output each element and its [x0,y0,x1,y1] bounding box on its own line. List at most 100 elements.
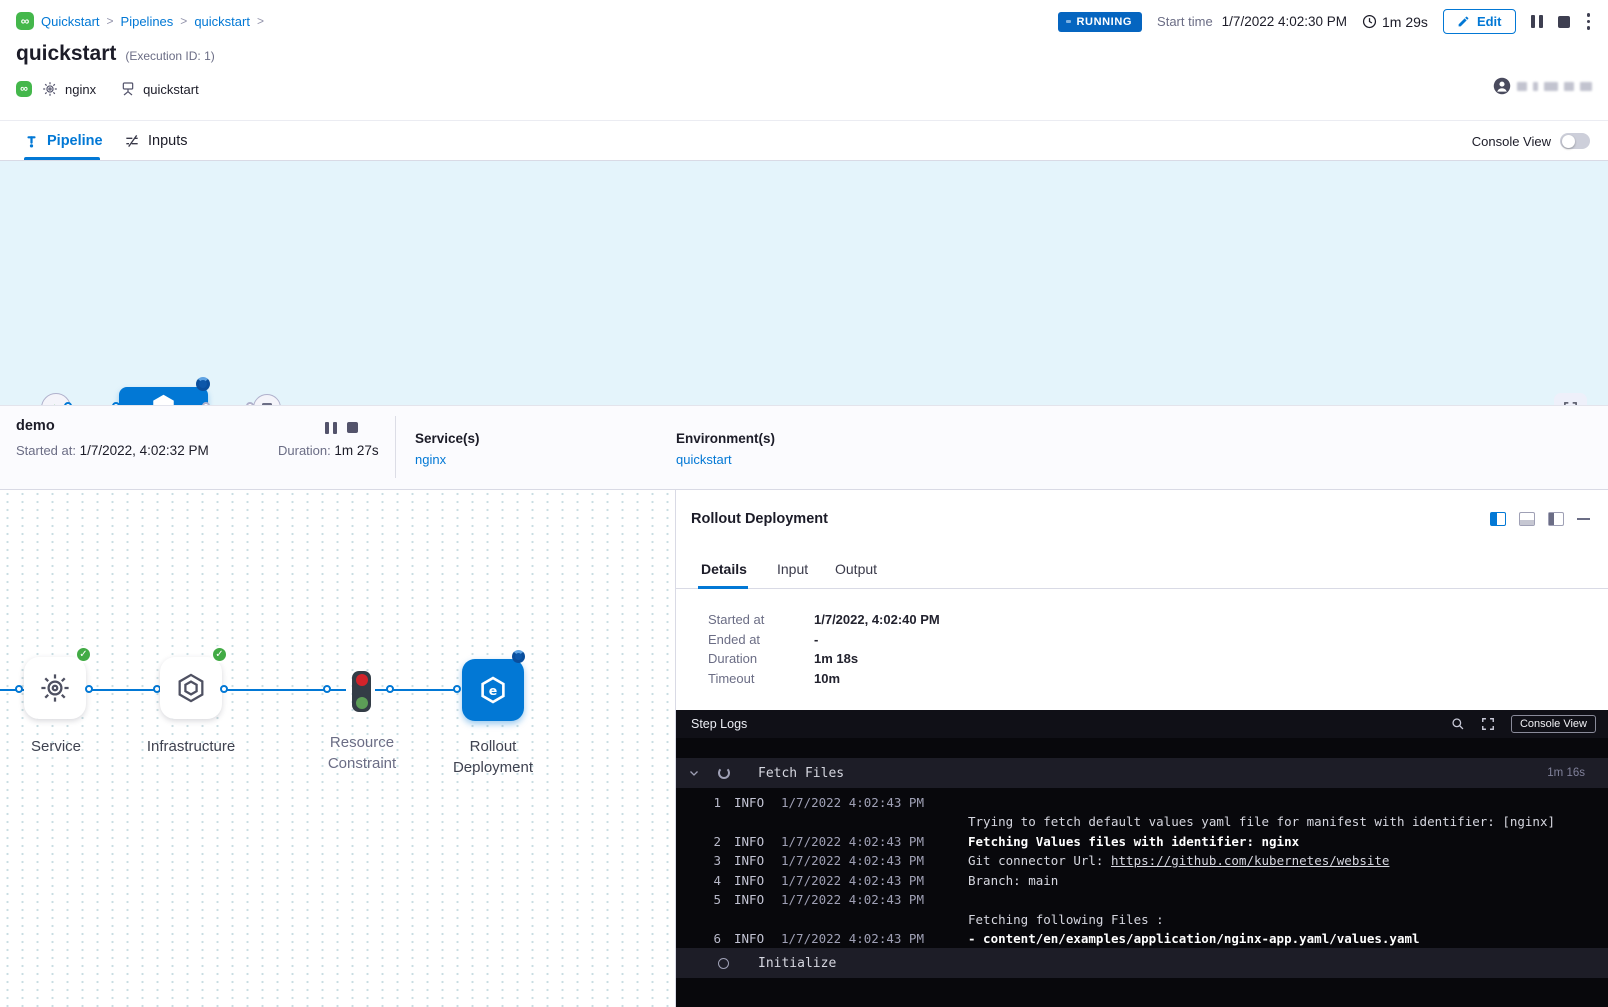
status-dot-icon [1066,20,1071,23]
view-tab-bar: Pipeline Inputs Console View [0,120,1608,161]
log-line: 1INFO1/7/2022 4:02:43 PM [676,793,1608,813]
breadcrumb-project[interactable]: Quickstart [41,14,100,29]
minimize-panel-button[interactable] [1577,518,1590,521]
layout-left-split-button[interactable] [1548,512,1564,526]
expand-logs-icon[interactable] [1481,717,1495,731]
tag-row: ∞ nginx quickstart [16,81,213,97]
service-link[interactable]: nginx [415,452,480,467]
environment-link[interactable]: quickstart [676,452,775,467]
redacted-user-info [1580,82,1592,91]
log-line: 3INFO1/7/2022 4:02:43 PM Git connector U… [676,851,1608,871]
tab-inputs[interactable]: Inputs [124,121,188,161]
connector-dot [323,685,331,693]
step-panel-title: Rollout Deployment [691,511,828,527]
redacted-user-info [1517,82,1527,91]
breadcrumb: ∞ Quickstart > Pipelines > quickstart > [16,12,264,30]
traffic-light-red-icon [356,674,368,686]
breadcrumb-separator: > [257,14,264,28]
status-badge: RUNNING [1058,12,1143,32]
edit-button[interactable]: Edit [1443,9,1516,34]
rollout-icon: e [478,675,508,705]
tab-pipeline[interactable]: Pipeline [24,121,103,161]
step-node-rollout-deployment[interactable]: e [462,659,524,721]
connector-dot [453,685,461,693]
console-view-label: Console View [1472,134,1551,149]
environment-icon [120,81,136,97]
detail-row: Started at1/7/2022, 4:02:40 PM [708,612,940,627]
step-details-panel: Rollout Deployment Details Input Output … [676,490,1608,710]
stage-running-spinner-icon [196,377,210,391]
detail-row: Duration1m 18s [708,651,858,666]
log-section-name: Fetch Files [758,766,844,781]
gear-icon [39,672,71,704]
environments-block: Environment(s) quickstart [676,431,775,467]
step-label-resource-constraint: Resource Constraint [300,732,424,774]
git-connector-link[interactable]: https://github.com/kubernetes/website [1111,853,1389,868]
step-node-resource-constraint[interactable] [352,671,371,712]
user-info [1493,77,1592,95]
project-logo-icon: ∞ [16,12,34,30]
redacted-user-info [1544,82,1558,91]
success-check-icon: ✓ [211,646,228,663]
abort-execution-button[interactable] [1558,16,1570,28]
active-tab-underline [698,586,748,589]
elapsed-time: 1m 29s [1362,14,1428,30]
success-check-icon: ✓ [75,646,92,663]
detail-row: Timeout10m [708,671,840,686]
log-section-fetch-files[interactable]: Fetch Files 1m 16s [676,758,1608,788]
console-view-button[interactable]: Console View [1511,715,1596,733]
execution-id: (Execution ID: 1) [125,49,214,63]
log-section-initialize[interactable]: Initialize [676,948,1608,978]
log-line-continuation: Fetching following Files : [676,910,1608,930]
header-actions: RUNNING Start time 1/7/2022 4:02:30 PM 1… [1058,9,1593,34]
pending-circle-icon [718,958,729,969]
pause-execution-button[interactable] [1531,15,1543,28]
step-running-spinner-icon [512,650,525,663]
execution-graph-canvas[interactable]: ✓ ✓ e Service Infrastruc [0,490,676,1007]
more-options-button[interactable] [1585,11,1593,32]
step-logs-header: Step Logs Console View [676,710,1608,738]
log-section-duration: 1m 16s [1547,767,1585,779]
divider [395,416,396,478]
breadcrumb-separator: > [107,14,114,28]
connector-dot [15,685,23,693]
search-icon[interactable] [1451,717,1465,731]
breadcrumb-pipeline[interactable]: quickstart [194,14,250,29]
stage-duration: Duration: 1m 27s [278,443,379,458]
stage-started-at: Started at: 1/7/2022, 4:02:32 PM [16,443,209,458]
pipeline-tab-icon [24,134,39,149]
layout-right-split-button[interactable] [1490,512,1506,526]
service-tag[interactable]: nginx [42,81,96,97]
step-node-infrastructure[interactable] [160,657,222,719]
pipeline-graph-canvas[interactable]: ∞ demo + − [0,161,1608,405]
connector-dot [386,685,394,693]
layout-bottom-split-button[interactable] [1519,512,1535,526]
log-line: 6INFO1/7/2022 4:02:43 PM - content/en/ex… [676,929,1608,949]
chevron-down-icon [688,767,700,779]
tab-input[interactable]: Input [777,550,808,588]
step-label-service: Service [0,736,118,757]
gear-icon [42,81,58,97]
log-line: 4INFO1/7/2022 4:02:43 PM Branch: main [676,871,1608,891]
detail-row: Ended at- [708,632,818,647]
console-view-toggle[interactable] [1560,133,1590,149]
tab-details[interactable]: Details [701,550,747,588]
environment-tag[interactable]: quickstart [120,81,199,97]
cd-module-icon: ∞ [16,81,32,97]
step-logs-title: Step Logs [691,717,747,731]
start-time-value: 1/7/2022 4:02:30 PM [1222,14,1347,29]
breadcrumb-pipelines[interactable]: Pipelines [121,14,174,29]
stage-pause-button[interactable] [325,422,337,434]
active-tab-underline [24,157,100,160]
tab-output[interactable]: Output [835,550,877,588]
log-section-name: Initialize [758,956,836,971]
stage-stop-button[interactable] [347,422,358,433]
user-avatar-icon[interactable] [1493,77,1511,95]
section-running-spinner-icon [718,767,730,779]
step-panel-tabs: Details Input Output [676,550,1608,589]
step-node-service[interactable] [24,657,86,719]
clock-icon [1362,14,1377,29]
connector-dot [220,685,228,693]
hexagon-icon [175,672,207,704]
redacted-user-info [1564,82,1574,91]
